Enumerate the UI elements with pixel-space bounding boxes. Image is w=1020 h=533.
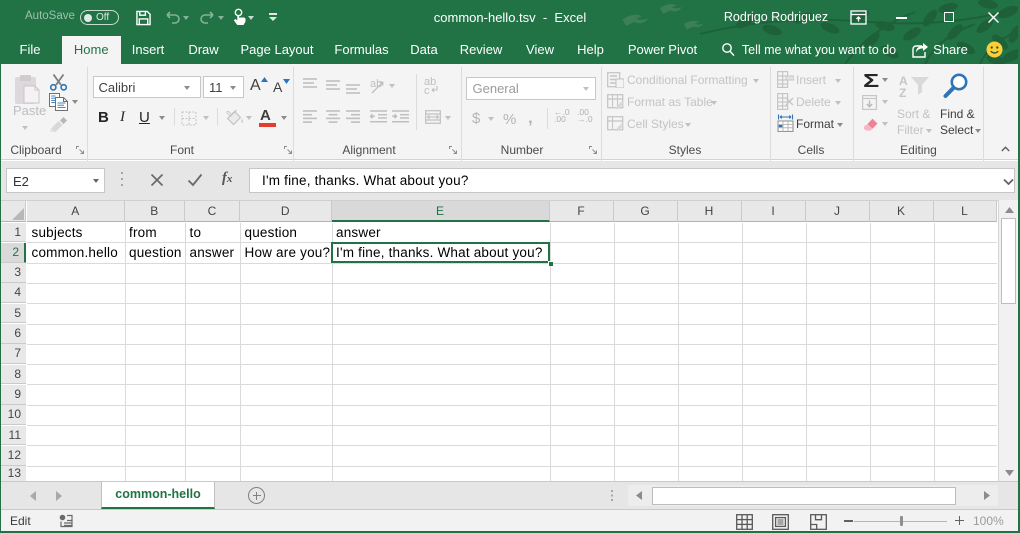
svg-text:c: c (424, 85, 430, 94)
